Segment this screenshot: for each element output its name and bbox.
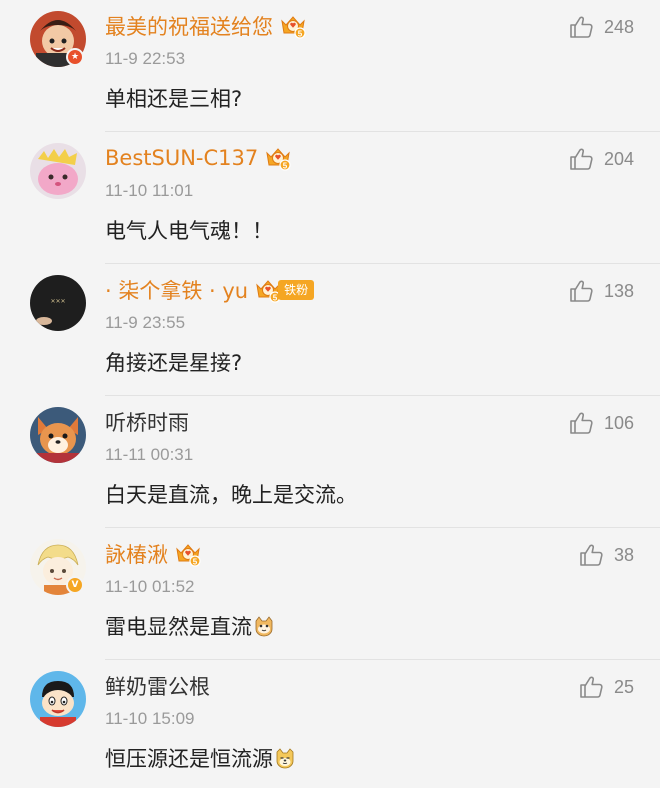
comment-text: 电气人电气魂！！ — [105, 219, 273, 243]
username[interactable]: 詠椿湫 — [105, 539, 168, 569]
username[interactable]: 鲜奶雷公根 — [105, 671, 210, 701]
comment-text: 恒压源还是恒流源 — [105, 743, 296, 773]
avatar[interactable] — [30, 671, 86, 727]
doge-emoji-icon — [276, 748, 294, 769]
avatar[interactable] — [30, 407, 86, 463]
comment-time: 11-10 15:09 — [105, 709, 195, 728]
thumbs-up-icon — [578, 542, 604, 568]
comment-item: ★ 最美的祝福送给您 11-9 22:53 单相还是三相? 248 — [0, 0, 660, 132]
comment-item: ✕✕✕ · 柒个拿铁 · yu 铁粉 11-9 23:55 角接还是星接? 13… — [0, 264, 660, 396]
crown-vip-icon[interactable] — [174, 541, 202, 567]
avatar[interactable] — [30, 143, 86, 199]
comment-time: 11-9 23:55 — [105, 313, 186, 332]
verified-badge-icon: V — [66, 576, 84, 594]
thumbs-up-icon — [578, 674, 604, 700]
like-count: 38 — [613, 544, 634, 565]
like-button[interactable]: 204 — [568, 146, 634, 172]
like-button[interactable]: 138 — [568, 278, 634, 304]
comment-time: 11-10 11:01 — [105, 181, 194, 200]
comment-item: 听桥时雨 11-11 00:31 白天是直流，晚上是交流。 106 — [0, 396, 660, 528]
like-count: 25 — [613, 676, 634, 697]
username[interactable]: · 柒个拿铁 · yu — [105, 275, 248, 305]
verified-badge-icon: ★ — [66, 48, 84, 66]
comment-text: 角接还是星接? — [105, 351, 243, 375]
comment-time: 11-10 01:52 — [105, 577, 195, 596]
fan-badge[interactable]: 铁粉 — [278, 280, 315, 300]
crown-vip-icon[interactable] — [264, 145, 292, 171]
thumbs-up-icon — [568, 278, 594, 304]
comment-time: 11-9 22:53 — [105, 49, 186, 68]
like-button[interactable]: 248 — [568, 14, 634, 40]
comment-item: V 詠椿湫 11-10 01:52 雷电显然是直流 38 — [0, 528, 660, 660]
comment-text: 单相还是三相? — [105, 87, 243, 111]
thumbs-up-icon — [568, 410, 594, 436]
like-count: 106 — [603, 412, 634, 433]
username[interactable]: 听桥时雨 — [105, 407, 189, 437]
like-button[interactable]: 106 — [568, 410, 634, 436]
like-count: 138 — [603, 280, 634, 301]
comment-item: BestSUN-C137 11-10 11:01 电气人电气魂！！ 204 — [0, 132, 660, 264]
comment-time: 11-11 00:31 — [105, 445, 194, 464]
like-count: 204 — [603, 148, 634, 169]
comment-text: 雷电显然是直流 — [105, 611, 275, 641]
comment-item: 鲜奶雷公根 11-10 15:09 恒压源还是恒流源 25 — [0, 660, 660, 788]
username[interactable]: 最美的祝福送给您 — [105, 11, 273, 41]
thumbs-up-icon — [568, 146, 594, 172]
avatar[interactable]: ✕✕✕ — [30, 275, 86, 331]
crown-vip-icon[interactable] — [279, 13, 307, 39]
username[interactable]: BestSUN-C137 — [105, 146, 258, 170]
like-button[interactable]: 25 — [578, 674, 634, 700]
comment-list: ★ 最美的祝福送给您 11-9 22:53 单相还是三相? 248 BestSU… — [0, 0, 660, 788]
comment-text: 白天是直流，晚上是交流。 — [105, 483, 357, 507]
like-button[interactable]: 38 — [578, 542, 634, 568]
thumbs-up-icon — [568, 14, 594, 40]
cat-emoji-icon — [255, 616, 273, 637]
like-count: 248 — [603, 16, 634, 37]
svg-text:✕✕✕: ✕✕✕ — [50, 298, 65, 305]
